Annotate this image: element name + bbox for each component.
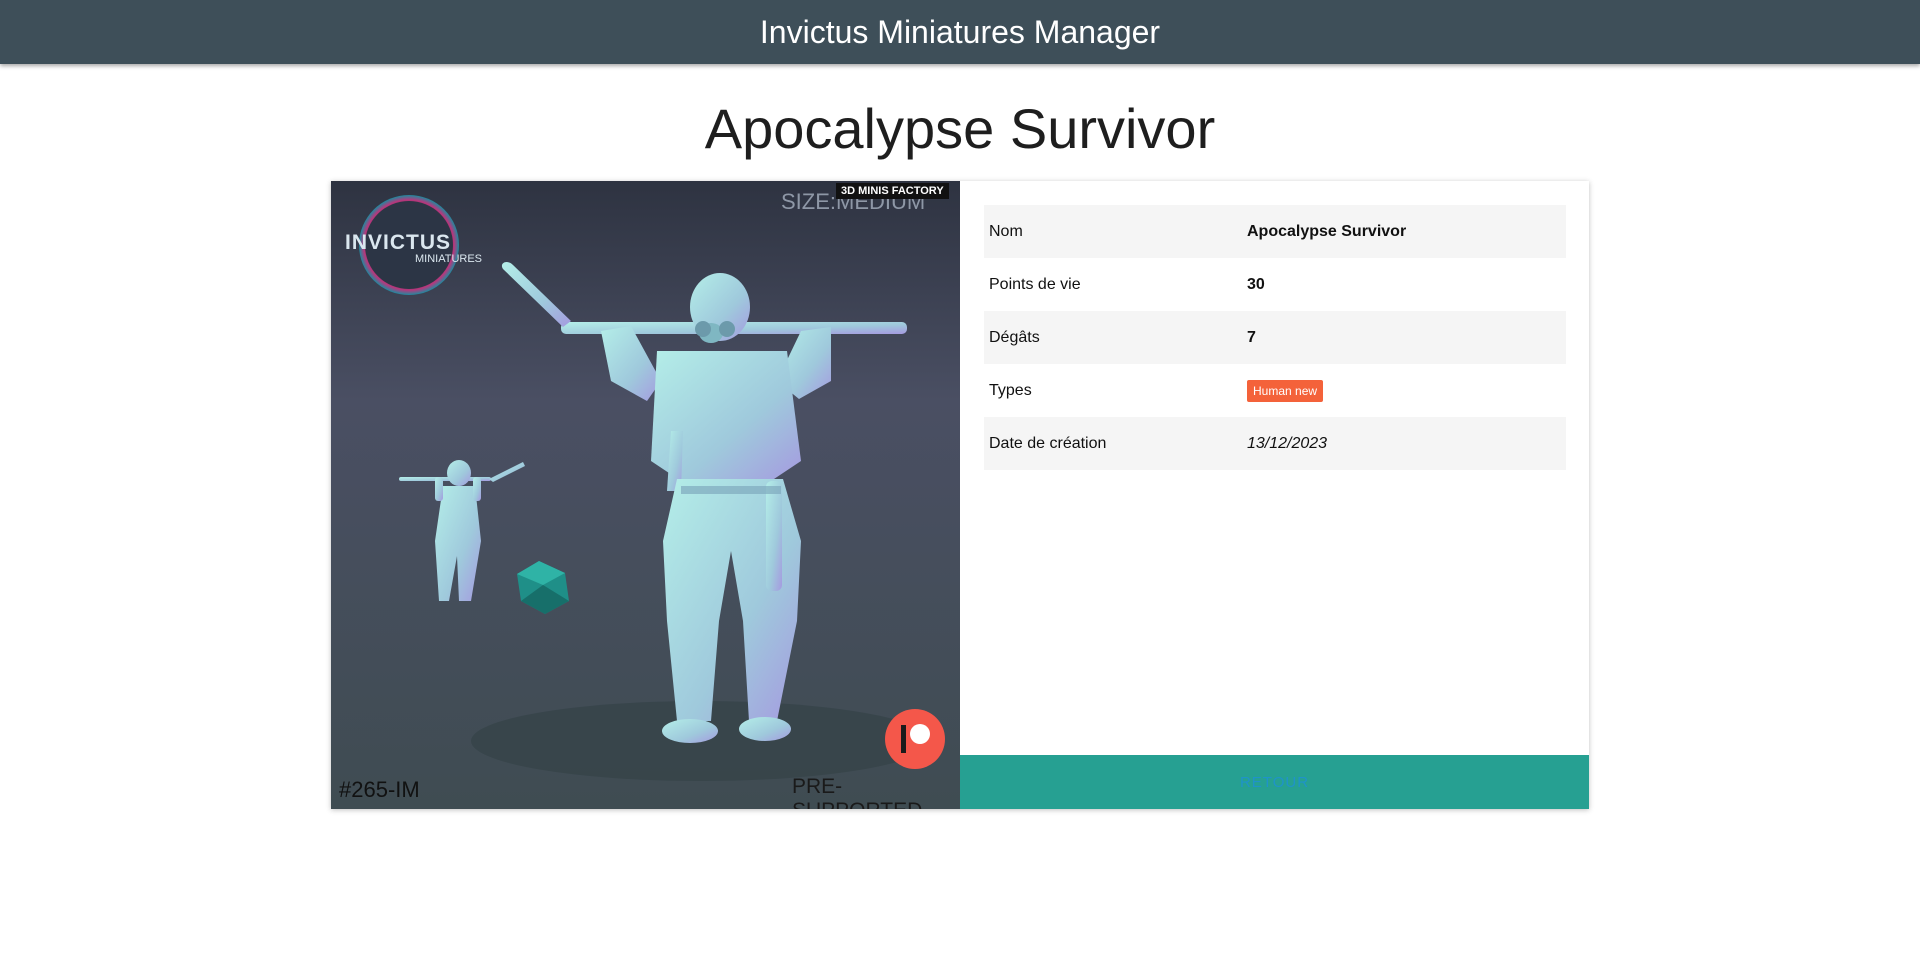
- back-button[interactable]: RETOUR: [1240, 774, 1309, 791]
- type-badge: Human new: [1247, 379, 1324, 402]
- brand-logo-main: INVICTUS: [345, 231, 452, 254]
- brand-logo-sub: MINIATURES: [415, 253, 483, 265]
- detail-label: Nom: [984, 205, 1242, 258]
- page-title: Apocalypse Survivor: [704, 97, 1216, 160]
- table-row: Nom Apocalypse Survivor: [984, 205, 1566, 258]
- detail-value: 30: [1247, 275, 1265, 293]
- detail-label: Points de vie: [989, 275, 1081, 293]
- detail-value-cell: Human new: [1242, 364, 1566, 417]
- card-action-bar: RETOUR: [960, 755, 1589, 809]
- table-row: Types Human new: [984, 364, 1566, 417]
- table-row: Points de vie 30: [984, 258, 1566, 311]
- support-label: PRE-SUPPORTED: [792, 775, 922, 809]
- factory-label: 3D MINIS FACTORY: [836, 183, 949, 199]
- detail-value: 13/12/2023: [1242, 417, 1566, 470]
- detail-value: Apocalypse Survivor: [1242, 205, 1566, 258]
- miniature-image: INVICTUS MINIATURES SIZE:MEDIUM 3D MINIS…: [331, 181, 960, 809]
- miniature-card: INVICTUS MINIATURES SIZE:MEDIUM 3D MINIS…: [331, 181, 1589, 809]
- miniature-illustration: [331, 181, 960, 809]
- detail-value: 7: [1242, 311, 1566, 364]
- navbar: Invictus Miniatures Manager: [0, 0, 1920, 64]
- detail-label: Types: [989, 381, 1032, 399]
- details-table: Nom Apocalypse Survivor Points de vie 30…: [984, 205, 1566, 470]
- table-row: Dégâts 7: [984, 311, 1566, 364]
- details-panel: Nom Apocalypse Survivor Points de vie 30…: [960, 181, 1589, 755]
- item-code: #265-IM: [339, 777, 420, 802]
- detail-label: Date de création: [984, 417, 1242, 470]
- table-row: Date de création 13/12/2023: [984, 417, 1566, 470]
- detail-label: Dégâts: [984, 311, 1242, 364]
- app-title[interactable]: Invictus Miniatures Manager: [760, 14, 1160, 51]
